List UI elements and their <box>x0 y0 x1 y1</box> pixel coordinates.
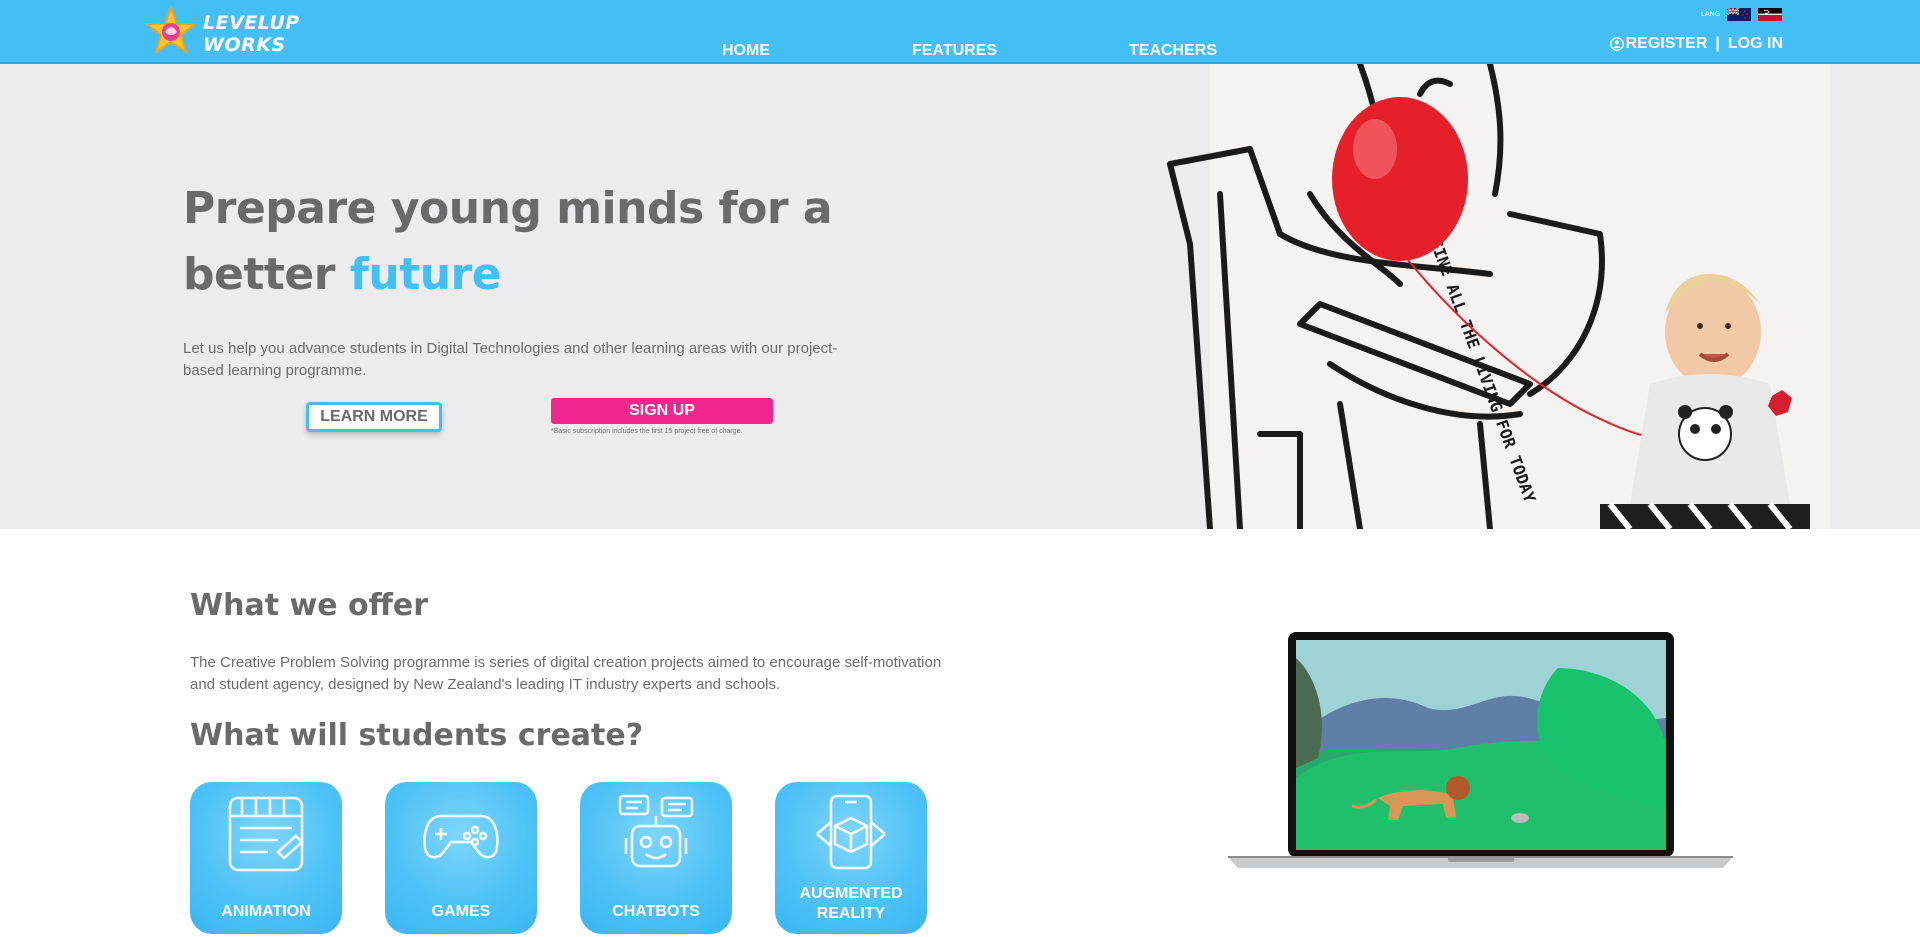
nav-home[interactable]: HOME <box>722 42 770 60</box>
logo-line-1: LEVELUP <box>203 12 300 34</box>
levelup-works-logo[interactable]: LEVELUP WORKS <box>143 6 299 56</box>
logo-line-2: WORKS <box>203 34 286 56</box>
hero-title: Prepare young minds for a better future <box>183 176 833 308</box>
auth-separator: | <box>1715 35 1720 52</box>
maori-flag-icon[interactable] <box>1758 8 1782 21</box>
hero-title-accent: future <box>349 249 502 300</box>
hero-section: Prepare young minds for a better future … <box>0 64 1920 529</box>
tile-label-games: GAMES <box>431 903 491 920</box>
gamepad-icon <box>423 814 499 859</box>
nav-features[interactable]: FEATURES <box>912 42 997 60</box>
create-title: What will students create? <box>190 718 644 753</box>
hero-title-line-1: Prepare young minds for a <box>183 183 833 234</box>
hero-subtitle: Let us help you advance students in Digi… <box>183 340 838 379</box>
tile-label-chatbots: CHATBOTS <box>612 903 700 920</box>
site-header: LEVELUP WORKS HOME FEATURES TEACHERS LAN… <box>0 0 1920 64</box>
tile-augmented-reality[interactable]: AUGMENTED REALITY <box>775 782 927 934</box>
hero-title-line-2: better future <box>183 242 832 308</box>
tile-label-augmented-reality: AUGMENTED REALITY <box>799 885 903 922</box>
tile-label-animation: ANIMATION <box>221 903 311 920</box>
tile-animation[interactable]: ANIMATION <box>190 782 342 934</box>
user-icon <box>1609 37 1624 51</box>
hero-illustration: IMAGINE ALL THE LIVING FOR TODAY <box>1167 64 1830 529</box>
logo-text: LEVELUP WORKS <box>203 12 300 56</box>
animation-icon <box>228 796 304 872</box>
laptop-illustration <box>1228 632 1733 868</box>
auth-links: REGISTER | LOG IN <box>1609 35 1783 53</box>
hero-title-pre: better <box>183 249 350 300</box>
ar-phone-icon <box>816 794 886 870</box>
offer-text: The Creative Problem Solving programme i… <box>190 654 942 693</box>
offer-title: What we offer <box>190 588 429 623</box>
login-link[interactable]: LOG IN <box>1728 35 1783 53</box>
register-link[interactable]: REGISTER <box>1626 35 1708 53</box>
robot-icon <box>618 794 694 868</box>
lang-label: LANG <box>1701 11 1721 18</box>
nav-teachers[interactable]: TEACHERS <box>1129 42 1217 60</box>
sign-up-button[interactable]: SIGN UP <box>551 398 773 424</box>
tile-games[interactable]: GAMES <box>385 782 537 934</box>
star-logo-icon <box>144 6 198 55</box>
signup-note: *Basic subscription includes the first 1… <box>551 428 743 435</box>
tile-chatbots[interactable]: CHATBOTS <box>580 782 732 934</box>
learn-more-button[interactable]: LEARN MORE <box>306 402 442 432</box>
nz-flag-icon[interactable] <box>1727 8 1751 21</box>
